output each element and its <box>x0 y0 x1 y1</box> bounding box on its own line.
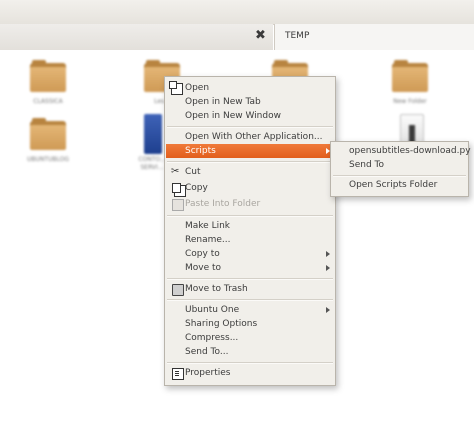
submenu-item-send-to[interactable]: Send To <box>349 158 384 172</box>
folder-icon <box>30 118 66 150</box>
menu-item-rename[interactable]: Rename... <box>166 233 334 247</box>
file-item-ubuntublog[interactable]: UBUNTUBLOG <box>10 112 86 172</box>
file-label: CLASSICA <box>33 98 63 105</box>
submenu-arrow-icon <box>326 265 330 271</box>
menu-item-copy-to[interactable]: Copy to <box>166 247 334 261</box>
menu-separator <box>333 175 466 177</box>
menu-item-label: Copy to <box>185 249 220 259</box>
scissors-icon: ✂ <box>171 166 180 177</box>
menu-separator <box>167 299 333 301</box>
submenu-arrow-icon <box>326 251 330 257</box>
menu-item-label: Rename... <box>185 235 231 245</box>
menu-item-move-to[interactable]: Move to <box>166 261 334 275</box>
file-item-classica[interactable]: CLASSICA <box>10 54 86 114</box>
menu-item-label: Move to <box>185 263 222 273</box>
menu-item-label: Open <box>185 83 210 93</box>
file-item-new-folder[interactable]: New Folder <box>372 54 448 114</box>
menu-item-send-to[interactable]: Send To... <box>166 345 334 359</box>
folder-icon <box>30 60 66 92</box>
submenu-item-opensubtitles-download[interactable]: opensubtitles-download.py <box>349 144 471 158</box>
menu-item-ubuntu-one[interactable]: Ubuntu One <box>166 303 334 317</box>
menu-item-label: Open in New Window <box>185 111 281 121</box>
menu-item-properties[interactable]: Properties <box>166 366 334 380</box>
close-tab-icon[interactable]: ✖ <box>255 29 266 43</box>
menu-item-label: Cut <box>185 167 201 177</box>
menu-item-copy[interactable]: Copy <box>166 181 334 197</box>
menu-item-open[interactable]: Open <box>166 81 334 95</box>
properties-icon <box>172 368 184 380</box>
menu-item-label: Open in New Tab <box>185 97 261 107</box>
submenu-arrow-icon <box>326 307 330 313</box>
menu-item-move-to-trash[interactable]: Move to Trash <box>166 282 334 296</box>
menu-item-label: Make Link <box>185 221 230 231</box>
menu-item-open-with-other-application[interactable]: Open With Other Application... <box>166 130 334 144</box>
menu-item-label: Ubuntu One <box>185 305 240 315</box>
menu-separator <box>167 278 333 280</box>
menu-item-sharing-options[interactable]: Sharing Options <box>166 317 334 331</box>
menu-item-make-link[interactable]: Make Link <box>166 219 334 233</box>
menu-separator <box>167 362 333 364</box>
context-menu: Open Open in New Tab Open in New Window … <box>164 76 336 386</box>
menu-item-label: Send To... <box>185 347 229 357</box>
menu-item-label: Open With Other Application... <box>185 132 323 142</box>
paste-icon <box>172 199 184 211</box>
menu-separator <box>167 215 333 217</box>
menu-separator <box>167 161 333 163</box>
document-blue-icon <box>144 114 162 154</box>
scripts-submenu: opensubtitles-download.py Send To Open S… <box>330 141 471 197</box>
tab-title: TEMP <box>285 31 310 41</box>
folder-icon <box>392 60 428 92</box>
submenu-item-open-scripts-folder[interactable]: Open Scripts Folder <box>349 178 437 192</box>
menu-item-label: Move to Trash <box>185 284 248 294</box>
menu-item-cut[interactable]: ✂ Cut <box>166 165 334 179</box>
trash-icon <box>172 284 184 296</box>
menu-item-label: Compress... <box>185 333 239 343</box>
file-label: New Folder <box>393 98 427 105</box>
menu-item-label: Paste Into Folder <box>185 199 261 209</box>
menu-item-label: Sharing Options <box>185 319 258 329</box>
window-toolbar <box>0 0 474 25</box>
menu-separator <box>167 126 333 128</box>
menu-item-label: Copy <box>185 183 208 193</box>
tab-inactive[interactable]: ✖ <box>0 24 273 51</box>
menu-item-open-new-window[interactable]: Open in New Window <box>166 109 334 123</box>
menu-item-label: Properties <box>185 368 231 378</box>
menu-item-paste-into-folder[interactable]: Paste Into Folder <box>166 197 334 211</box>
file-label: UBUNTUBLOG <box>26 156 70 163</box>
menu-item-open-new-tab[interactable]: Open in New Tab <box>166 95 334 109</box>
tab-active[interactable]: TEMP <box>274 24 474 50</box>
menu-item-label: Scripts <box>185 146 216 156</box>
menu-item-scripts[interactable]: Scripts <box>166 144 334 158</box>
menu-item-compress[interactable]: Compress... <box>166 331 334 345</box>
open-icon <box>169 81 183 95</box>
